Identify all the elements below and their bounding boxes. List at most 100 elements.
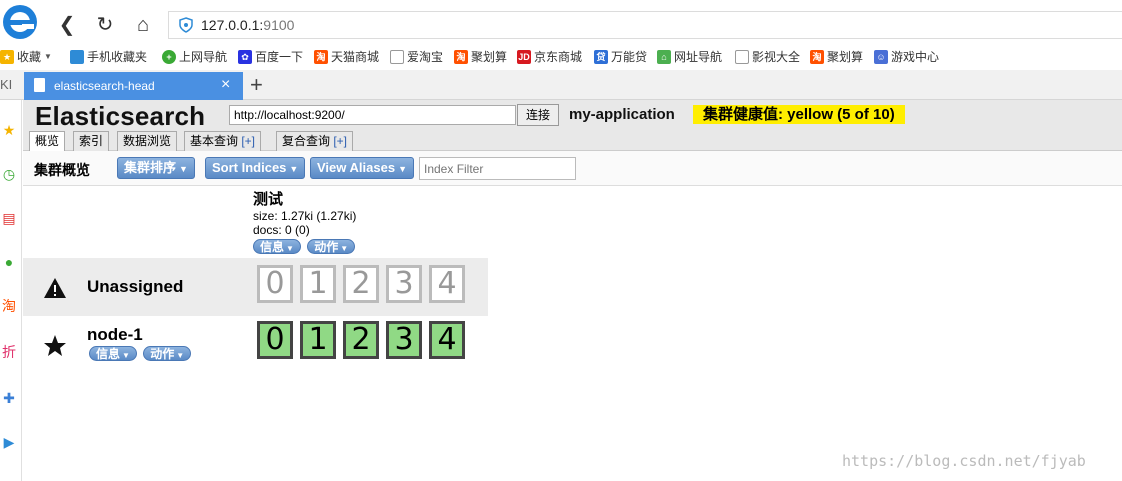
star-icon[interactable]: ★	[0, 120, 18, 140]
view-aliases-button[interactable]: View Aliases ▼	[310, 157, 414, 179]
sort-indices-button[interactable]: Sort Indices ▼	[205, 157, 306, 179]
clock-icon[interactable]: ◷	[0, 164, 18, 184]
tab-elasticsearch-head[interactable]: elasticsearch-head ×	[24, 72, 243, 100]
tab-indices[interactable]: 索引	[73, 131, 110, 151]
tab-label: 索引	[79, 134, 104, 148]
shard-3[interactable]: 3	[386, 321, 422, 359]
address-text: 127.0.0.1:9100	[201, 17, 294, 33]
game-icon: ☺	[874, 49, 888, 64]
node-buttons: 信息 ▼ 动作 ▼	[89, 346, 192, 361]
shard-2[interactable]: 2	[343, 265, 379, 303]
bookmark-label: 影视大全	[752, 50, 801, 64]
tao-icon: 淘	[454, 49, 468, 64]
bookmark-baidu[interactable]: ✿ 百度一下	[238, 48, 303, 65]
button-label: 集群排序	[124, 160, 177, 175]
index-filter-input[interactable]	[419, 157, 576, 180]
shard-2[interactable]: 2	[343, 321, 379, 359]
shard-1[interactable]: 1	[300, 265, 336, 303]
bookmark-aitaobao[interactable]: 爱淘宝	[390, 48, 443, 65]
star-icon	[44, 335, 66, 356]
phone-icon	[70, 49, 84, 64]
sidebar-label: KI	[0, 77, 13, 92]
node-action-button[interactable]: 动作 ▼	[143, 346, 192, 361]
bookmark-label: 爱淘宝	[407, 50, 444, 64]
tab-compound-query[interactable]: 复合查询 [+]	[276, 131, 354, 151]
index-action-button[interactable]: 动作 ▼	[307, 239, 356, 254]
bookmarks-bar: ★ 收藏 ▼ 手机收藏夹 + 上网导航 ✿ 百度一下 淘天猫商城 爱淘宝 淘聚划算 JD…	[0, 44, 1122, 68]
tab-label: 复合查询	[282, 134, 334, 148]
button-label: View Aliases	[317, 160, 396, 175]
bookmark-label: 百度一下	[255, 50, 304, 64]
chevron-down-icon: ▼	[286, 244, 294, 253]
node-row-unassigned: Unassigned 0 1 2 3 4	[23, 258, 488, 316]
home-button[interactable]: ⌂	[130, 12, 156, 38]
discount-icon[interactable]: 折	[0, 342, 18, 362]
loan-icon: 贷	[594, 49, 608, 64]
bookmark-tmall[interactable]: 淘天猫商城	[314, 48, 379, 65]
node-info-button[interactable]: 信息 ▼	[89, 346, 137, 361]
shard-4[interactable]: 4	[429, 321, 465, 359]
bookmark-label: 上网导航	[179, 50, 228, 64]
expand-indicator: [+]	[333, 134, 348, 148]
bookmark-label: 游戏中心	[891, 50, 940, 64]
chevron-down-icon: ▼	[398, 164, 407, 174]
tao-icon[interactable]: 淘	[0, 296, 18, 316]
shard-0[interactable]: 0	[257, 321, 293, 359]
es-header: Elasticsearch 连接 my-application 集群健康值: y…	[23, 100, 1122, 152]
back-button[interactable]: ❮	[54, 12, 80, 38]
tab-label: 概览	[35, 134, 60, 148]
sort-cluster-button[interactable]: 集群排序 ▼	[117, 157, 195, 179]
connection-url-input[interactable]	[229, 105, 516, 125]
bookmark-jd[interactable]: JD 京东商城	[517, 48, 582, 65]
cluster-health-badge: 集群健康值: yellow (5 of 10)	[693, 105, 905, 124]
browser-tab-bar: KI elasticsearch-head × +	[0, 70, 1122, 100]
shard-0[interactable]: 0	[257, 265, 293, 303]
index-info-button[interactable]: 信息 ▼	[253, 239, 301, 254]
tab-label: 基本查询	[190, 134, 242, 148]
button-label: 动作	[150, 347, 175, 361]
connect-button[interactable]: 连接	[517, 104, 559, 126]
jd-icon: JD	[517, 49, 531, 64]
watermark: https://blog.csdn.net/fjyab	[842, 452, 1086, 470]
bookmark-mobile[interactable]: 手机收藏夹	[70, 48, 147, 65]
app-title: Elasticsearch	[35, 101, 206, 131]
tab-basic-query[interactable]: 基本查询 [+]	[184, 131, 262, 151]
bookmark-juhuasuan-2[interactable]: 淘聚划算	[810, 48, 863, 65]
chevron-down-icon: ▼	[289, 164, 299, 174]
chevron-down-icon: ▼	[340, 244, 349, 253]
shard-4[interactable]: 4	[429, 265, 465, 303]
video-icon[interactable]: ▶	[0, 432, 18, 452]
cluster-name: my-application	[569, 106, 675, 123]
bookmark-label: 京东商城	[534, 50, 583, 64]
bookmark-favorites[interactable]: ★ 收藏 ▼	[0, 48, 52, 65]
refresh-button[interactable]: ↻	[92, 12, 118, 38]
shard-1[interactable]: 1	[300, 321, 336, 359]
button-label: Sort Indices	[212, 160, 287, 175]
tab-overview[interactable]: 概览	[29, 131, 66, 152]
bookmark-games[interactable]: ☺ 游戏中心	[874, 48, 939, 65]
navigation-bar: ❮ ↻ ⌂ 127.0.0.1:9100	[0, 8, 1122, 42]
shard-3[interactable]: 3	[386, 265, 422, 303]
tab-browser[interactable]: 数据浏览	[117, 131, 178, 151]
address-bar[interactable]: 127.0.0.1:9100	[168, 11, 1122, 39]
news-icon[interactable]: ▤	[0, 208, 18, 228]
chevron-down-icon: ▼	[44, 52, 52, 61]
expand-indicator: [+]	[241, 134, 256, 148]
doc-icon	[390, 49, 404, 64]
shield-icon	[179, 17, 193, 33]
index-size: size: 1.27ki (1.27ki)	[253, 209, 357, 223]
bookmark-video[interactable]: 影视大全	[735, 48, 800, 65]
bookmark-loan[interactable]: 贷万能贷	[594, 48, 647, 65]
bookmark-web-nav[interactable]: + 上网导航	[162, 48, 227, 65]
bookmark-site-nav[interactable]: ⌂ 网址导航	[657, 48, 722, 65]
browser-sidebar: ★ ◷ ▤ ● 淘 折 ✚ ▶	[0, 100, 22, 481]
url-port: 9100	[263, 17, 295, 33]
index-docs: docs: 0 (0)	[253, 223, 310, 237]
bookmark-juhuasuan[interactable]: 淘聚划算	[454, 48, 507, 65]
gamepad-icon[interactable]: ✚	[0, 388, 18, 408]
chat-icon[interactable]: ●	[0, 252, 18, 272]
close-icon[interactable]: ×	[221, 76, 230, 94]
tab-label: 数据浏览	[123, 134, 172, 148]
new-tab-button[interactable]: +	[250, 72, 263, 98]
button-label: 信息	[96, 347, 121, 361]
